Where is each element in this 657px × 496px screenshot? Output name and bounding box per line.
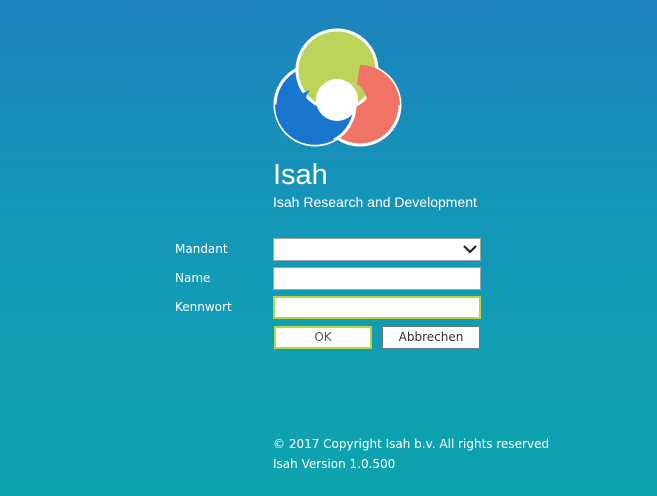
name-input[interactable] xyxy=(273,267,481,290)
password-label: Kennwort xyxy=(175,300,232,314)
mandant-select[interactable] xyxy=(273,238,481,261)
version-text: Isah Version 1.0.500 xyxy=(273,457,396,471)
ok-button[interactable]: OK xyxy=(274,326,372,349)
chevron-down-icon[interactable] xyxy=(463,243,477,255)
app-title: Isah xyxy=(273,159,328,191)
isah-logo xyxy=(273,28,402,147)
cancel-button[interactable]: Abbrechen xyxy=(382,326,480,349)
mandant-label: Mandant xyxy=(175,242,228,256)
password-input[interactable] xyxy=(273,296,481,319)
app-subtitle: Isah Research and Development xyxy=(273,194,477,210)
copyright-text: © 2017 Copyright Isah b.v. All rights re… xyxy=(273,437,550,451)
name-label: Name xyxy=(175,271,211,285)
